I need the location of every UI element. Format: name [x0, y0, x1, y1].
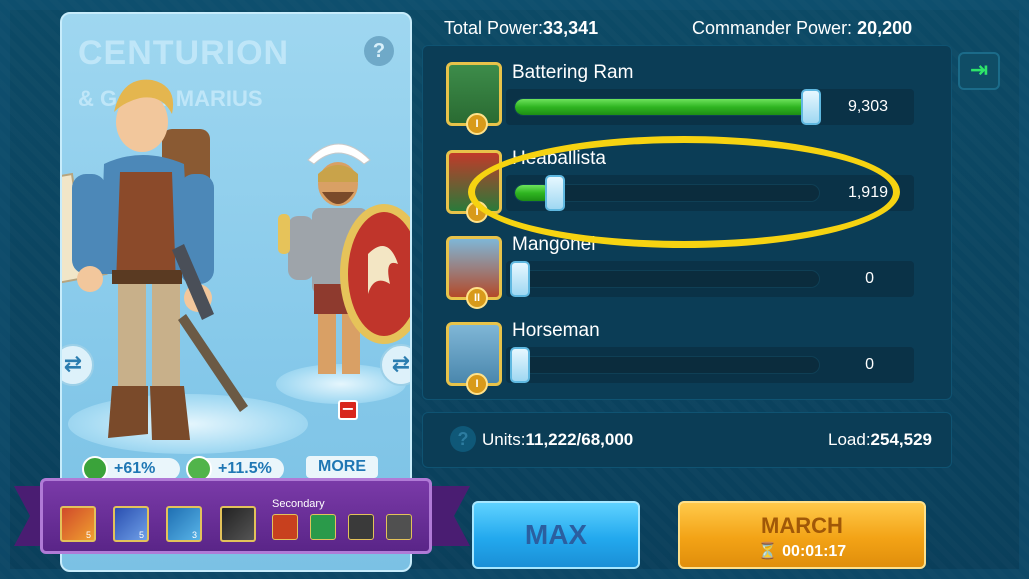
troop-slider-track[interactable]	[514, 270, 820, 288]
units-info: Units:11,222/68,000	[482, 430, 633, 450]
skill-2-level: 5	[139, 530, 145, 540]
secondary-skill-1-icon[interactable]	[272, 514, 298, 540]
load-value: 254,529	[870, 430, 932, 449]
troop-slider-knob[interactable]	[510, 347, 530, 383]
commander-power-value: 20,200	[857, 18, 913, 38]
troop-name-horseman: Horseman	[512, 320, 600, 341]
secondary-skills-label: Secondary	[272, 498, 325, 510]
primary-commander-name: CENTURION	[78, 34, 290, 72]
troop-slider-track[interactable]	[514, 356, 820, 374]
skill-3-level: 3	[192, 530, 198, 540]
troop-count[interactable]: 0	[794, 356, 874, 374]
mangonel-icon: II	[446, 236, 502, 309]
total-power: Total Power:33,341	[444, 18, 598, 39]
more-button[interactable]: MORE	[306, 456, 378, 478]
troop-count[interactable]: 0	[794, 270, 874, 288]
secondary-skill-2-icon[interactable]	[310, 514, 336, 540]
stat-speed-value: +11.5%	[218, 460, 272, 477]
load-info: Load:254,529	[828, 430, 932, 450]
troop-name-battering-ram: Battering Ram	[512, 62, 634, 83]
highlight-ellipse	[468, 136, 900, 248]
load-label: Load:	[828, 430, 871, 449]
total-power-value: 33,341	[543, 18, 599, 38]
troop-slider-fill	[515, 99, 816, 115]
primary-commander-figure	[62, 79, 248, 440]
stat-gathering: +61%	[82, 456, 180, 482]
tier-badge: II	[466, 287, 488, 309]
troop-count[interactable]: 9,303	[808, 98, 888, 116]
help-icon[interactable]: ?	[364, 36, 394, 66]
units-label: Units:	[482, 430, 526, 449]
battering-ram-icon: I	[446, 62, 502, 135]
commander-power-label: Commander Power:	[692, 18, 853, 38]
secondary-skill-4-icon[interactable]	[386, 514, 412, 540]
march-label: MARCH	[761, 513, 843, 538]
tier-badge: I	[466, 113, 488, 135]
info-icon[interactable]: ?	[450, 426, 476, 452]
horseman-icon: I	[446, 322, 502, 395]
remove-secondary-button[interactable]: −	[338, 400, 358, 420]
commander-power: Commander Power: 20,200	[692, 18, 912, 39]
max-button[interactable]: MAX	[472, 501, 640, 569]
stat-gathering-value: +61%	[114, 460, 156, 477]
hourglass-icon: ⏳	[757, 543, 778, 560]
march-time: ⏳ 00:01:17	[680, 541, 924, 561]
skill-4-icon[interactable]	[220, 506, 256, 542]
troop-slider-knob[interactable]	[510, 261, 530, 297]
exit-icon[interactable]: ⇥	[958, 52, 1000, 90]
stat-speed: +11.5%	[186, 456, 284, 482]
skill-1-level: 5	[86, 530, 92, 540]
tier-badge: I	[466, 373, 488, 395]
units-value: 11,222/68,000	[525, 430, 634, 449]
troop-slider-track[interactable]	[514, 98, 820, 116]
total-power-label: Total Power:	[444, 18, 544, 38]
secondary-skill-3-icon[interactable]	[348, 514, 374, 540]
ribbon-right-end	[430, 486, 470, 546]
march-time-value: 00:01:17	[782, 543, 847, 560]
march-button[interactable]: MARCH ⏳ 00:01:17	[678, 501, 926, 569]
